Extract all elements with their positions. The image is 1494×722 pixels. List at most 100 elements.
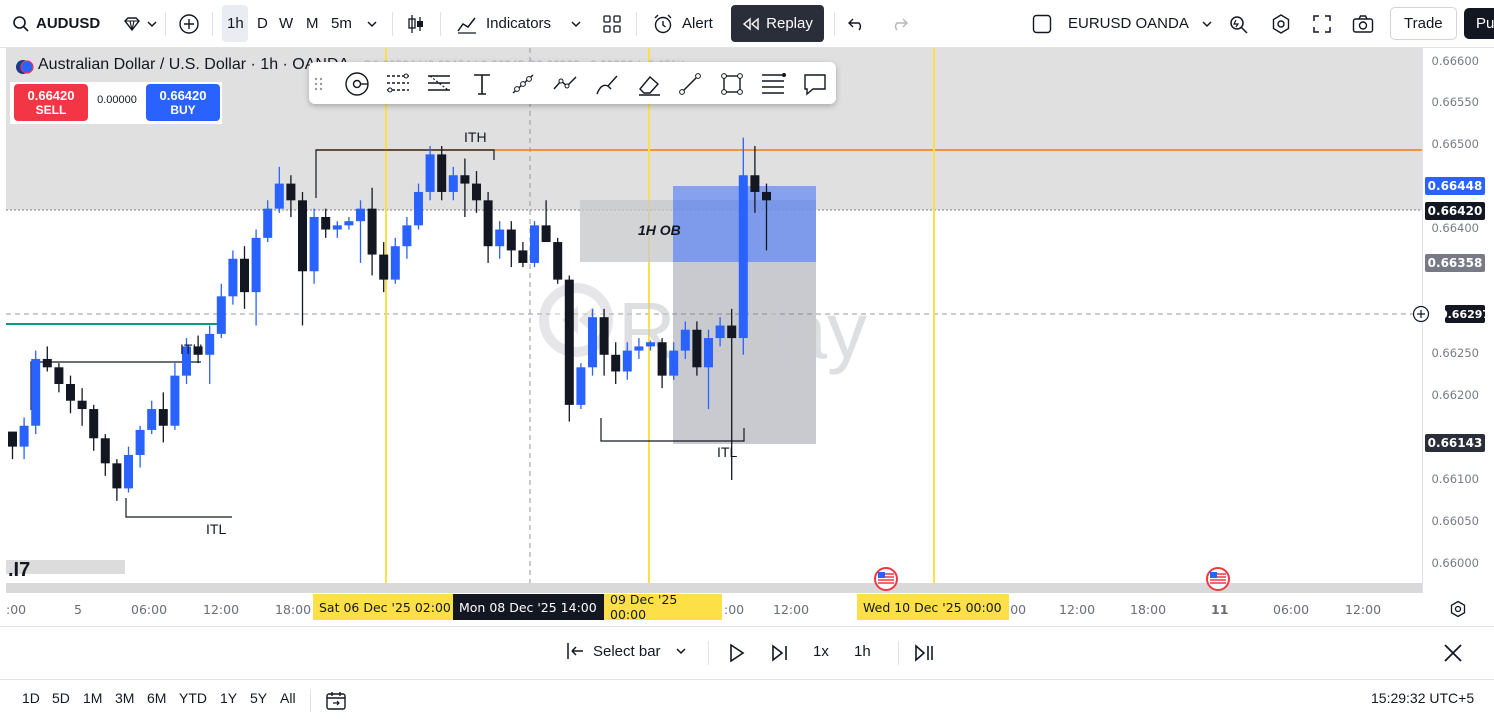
range-5d[interactable]: 5D [52,690,70,706]
timeframe-d[interactable]: D [257,0,268,47]
price-axis[interactable]: 0.66600 0.66550 0.66500 0.66400 0.66250 … [1412,48,1490,593]
time-tick: 12:00 [773,602,810,617]
alert-button[interactable]: Alert [652,0,713,47]
fullscreen-icon [1313,14,1331,33]
candle-body [657,342,667,376]
compare-symbol[interactable]: EURUSD OANDA [1068,0,1213,47]
trade-button[interactable]: Trade [1390,0,1457,47]
indicators-icon [457,17,476,34]
chevron-down-icon [571,20,581,27]
comment-icon[interactable] [802,71,828,97]
quick-search-button[interactable] [1228,0,1250,47]
interval-button[interactable]: 1h [854,643,871,660]
ray-icon[interactable] [677,71,703,97]
publish-button[interactable]: Pu [1464,0,1494,47]
brush-icon[interactable] [594,71,620,97]
alert-label: Alert [682,15,713,32]
candle-body [762,191,771,201]
range-1m[interactable]: 1M [83,690,102,706]
fib-channel-icon[interactable] [426,71,452,97]
chevron-down-icon [147,20,157,27]
settings-button[interactable] [1270,0,1292,47]
timeframe-1h[interactable]: 1h [227,0,244,47]
indicators-dropdown[interactable] [570,0,582,47]
timeframe-5m[interactable]: 5m [331,0,352,47]
spread-value: 0.00000 [97,94,137,106]
horizontal-lines-icon[interactable] [760,71,786,97]
play-icon[interactable] [728,643,746,663]
symbol-search[interactable]: AUDUSD [12,0,100,47]
pattern-icon[interactable] [552,71,578,97]
time-axis[interactable]: :00 5 06:00 12:00 18:00 :00 12:00 :00 12… [6,592,1466,625]
trend-line-icon[interactable] [510,71,536,97]
chart-pane[interactable]: Replay .I7 [6,48,1422,593]
add-alert-icon[interactable] [1411,305,1431,323]
sell-button[interactable]: 0.66420 SELL [14,84,88,121]
axis-settings-icon[interactable] [1449,600,1467,618]
step-forward-icon[interactable] [770,643,790,663]
select-bar-button[interactable]: Select bar [565,641,687,661]
price-tick: 0.66600 [1431,54,1479,68]
timeframe-w[interactable]: W [279,0,293,47]
go-to-date-icon[interactable] [325,690,347,712]
undo-button[interactable] [848,0,866,47]
rectangle-icon[interactable] [719,71,745,97]
candle-body [646,342,655,347]
candle-body [379,254,389,280]
candle-body [274,183,284,209]
timeframe-dropdown[interactable] [366,0,378,47]
itl-left-bracket [125,498,232,518]
eraser-icon[interactable] [636,71,662,97]
drag-handle-icon[interactable] [313,71,325,97]
clock: 15:29:32 UTC+5 [1371,690,1475,706]
fullscreen-button[interactable] [1312,0,1332,47]
range-all[interactable]: All [280,690,296,706]
cycle-lines-icon[interactable] [344,71,370,97]
us-event-flag-1[interactable] [874,567,898,591]
layouts-button[interactable] [602,0,622,47]
snapshot-button[interactable] [1352,0,1374,47]
text-tool-icon[interactable] [469,71,495,97]
time-tick: 5 [74,602,82,617]
price-tick: 0.66000 [1431,556,1479,570]
candle-body [251,237,261,293]
candle-body [135,429,145,455]
compare-checkbox[interactable] [1032,0,1052,47]
candle-body [692,329,702,368]
replay-button[interactable]: Replay [731,5,824,42]
candle-body [31,358,41,426]
price-tick: 0.66050 [1431,514,1479,528]
fib-retracement-icon[interactable] [385,71,411,97]
candles-icon [408,14,423,33]
range-1y[interactable]: 1Y [220,690,237,706]
candle-body [77,400,87,410]
us-event-flag-2[interactable] [1206,567,1230,591]
range-3m[interactable]: 3M [115,690,134,706]
time-tick: 06:00 [1273,602,1310,617]
watchlist-button[interactable] [122,0,158,47]
range-6m[interactable]: 6M [147,690,166,706]
range-5y[interactable]: 5Y [250,690,267,706]
add-symbol-button[interactable] [178,0,200,47]
range-ytd[interactable]: YTD [179,690,207,706]
rewind-icon [743,17,759,30]
timeframe-m[interactable]: M [306,0,319,47]
buy-button[interactable]: 0.66420 BUY [146,84,220,121]
indicators-button[interactable]: Indicators [456,0,551,47]
jump-to-realtime-icon[interactable] [914,643,936,663]
candle-body [158,409,168,426]
candle-body [611,354,621,372]
candle-body [599,317,609,355]
alarm-clock-icon [654,14,672,33]
speed-button[interactable]: 1x [813,643,829,660]
price-chart[interactable]: Replay .I7 [6,48,1422,593]
redo-button[interactable] [890,0,908,47]
session-time-label-2: 09 Dec '25 00:00 [604,592,722,622]
gear-icon [1272,13,1290,34]
range-1d[interactable]: 1D [22,690,40,706]
crosshair-price-label: 0.66297 [1440,305,1490,323]
candle-body [553,242,563,280]
chart-type-button[interactable] [406,0,426,47]
close-icon[interactable] [1442,642,1464,664]
time-tick: :00 [1006,602,1027,617]
